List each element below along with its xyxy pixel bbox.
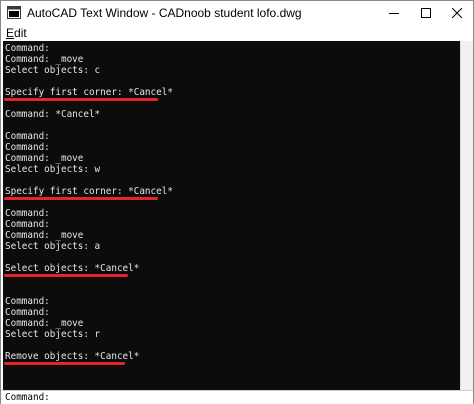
highlight-underline (4, 98, 158, 101)
console-line: Command: *Cancel* (5, 109, 101, 120)
console-line: Select objects: w (5, 164, 101, 175)
console-history[interactable]: Command: Command: _move Select objects: … (3, 41, 460, 390)
console-line: Command: (5, 131, 50, 142)
maximize-button[interactable] (410, 1, 442, 25)
console-line: Select objects: c (5, 65, 101, 76)
close-icon (452, 8, 462, 18)
minimize-icon (389, 13, 399, 14)
console-line: Remove objects: *Cancel* (5, 351, 140, 362)
command-prompt-label: Command: (5, 392, 50, 403)
console-line: Command: (5, 219, 50, 230)
menu-bar: Edit (1, 25, 473, 41)
close-button[interactable] (441, 1, 473, 25)
menu-edit-label: dit (14, 26, 27, 40)
command-input[interactable] (49, 392, 464, 403)
console-line: Select objects: a (5, 241, 101, 252)
console-line: Specify first corner: *Cancel* (5, 186, 173, 197)
console-line: Command: _move (5, 54, 84, 65)
title-bar[interactable]: AutoCAD Text Window - CADnoob student lo… (1, 1, 473, 25)
menu-edit[interactable]: Edit (6, 26, 27, 40)
console-line: Select objects: *Cancel* (5, 263, 140, 274)
vertical-scrollbar[interactable] (460, 41, 473, 390)
maximize-icon (421, 8, 431, 18)
console-line: Command: (5, 307, 50, 318)
minimize-button[interactable] (378, 1, 410, 25)
highlight-underline (4, 197, 158, 200)
console-line: Command: (5, 296, 50, 307)
window-title: AutoCAD Text Window - CADnoob student lo… (27, 6, 302, 20)
menu-edit-accelerator: E (6, 26, 15, 40)
console-line: Select objects: r (5, 329, 101, 340)
highlight-underline (4, 362, 125, 365)
command-line-bar: Command: (1, 390, 473, 404)
console-line: Command: _move (5, 153, 84, 164)
console-line: Command: _move (5, 230, 84, 241)
console-line: Command: (5, 43, 50, 54)
highlight-underline (4, 274, 128, 277)
console-window-icon (7, 6, 21, 19)
console-line: Specify first corner: *Cancel* (5, 87, 173, 98)
console-line: Command: (5, 208, 50, 219)
console-line: Command: (5, 142, 50, 153)
text-window: AutoCAD Text Window - CADnoob student lo… (0, 0, 474, 404)
console-line: Command: _move (5, 318, 84, 329)
